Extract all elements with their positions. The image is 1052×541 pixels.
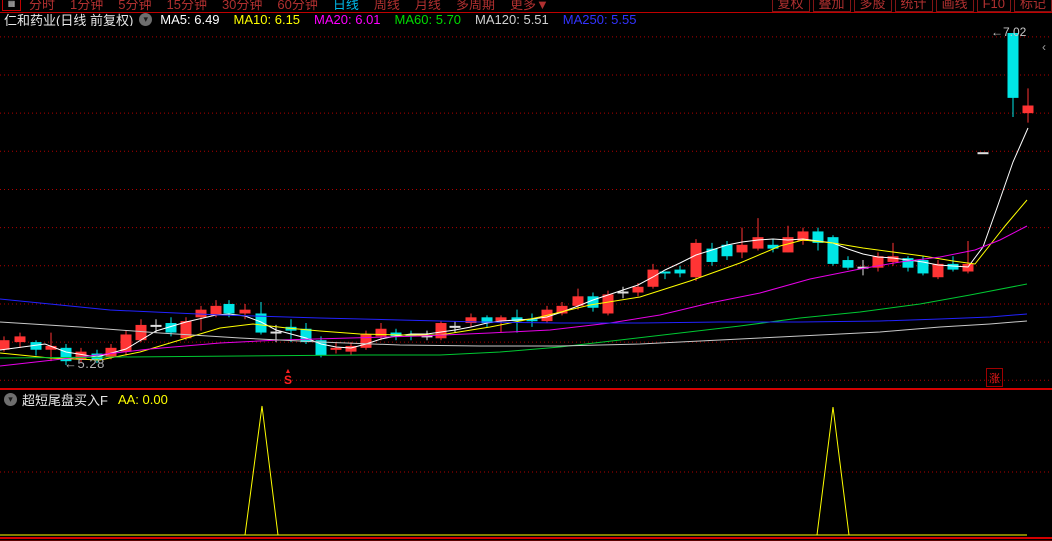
candle-body [932,263,944,278]
bottom-border-line [0,537,1052,539]
indicator-header: ▾ 超短尾盘买入F AA: 0.00 [0,390,1052,408]
tool-button-统计[interactable]: 统计 [894,0,933,12]
tool-button-F10[interactable]: F10 [976,0,1011,12]
tool-button-多股[interactable]: 多股 [853,0,892,12]
indicator-spike [816,406,850,536]
candle-body [1007,33,1019,98]
toolbar-buttons: 复权 叠加 多股 统计 画线 F10 标记 [769,0,1052,12]
candle-body [14,336,26,343]
candle-body [239,309,251,314]
ma-label: MA10: 6.15 [233,12,301,26]
candle-body [962,263,974,272]
candle-body [180,321,192,339]
candle-body [602,294,614,314]
stock-title[interactable]: 仁和药业(日线 前复权) [4,12,133,27]
period-menubar-inner: ▦ 分时 1分钟 5分钟 15分钟 30分钟 60分钟 日线 周线 月线 多周期 更多▼ 复权 叠加多… [0,0,1052,12]
candle-body [330,347,342,350]
candle-body [360,334,372,348]
layout-grid-icon[interactable]: ▦ [2,0,21,11]
ma-label: MA250: 5.55 [562,12,637,26]
sell-signal-marker: ▲ S [280,368,296,387]
ma-line-MA20 [0,225,1028,367]
ma-labels: MA5: 6.49 MA10: 6.15 MA20: 6.01 MA60: 5.70 M… [160,12,650,26]
candle-body [690,242,702,278]
candle-body [1022,105,1034,114]
candle-body [842,260,854,268]
tool-button-标记[interactable]: 标记 [1013,0,1052,12]
collapse-arrow[interactable]: ‹ [1042,41,1046,53]
candle-body [375,328,387,337]
candle-body [706,248,718,262]
candle-body [674,269,686,274]
candle-body [736,244,748,253]
chevron-down-icon[interactable]: ▾ [4,392,17,406]
candle-body [300,328,312,343]
chevron-down-icon[interactable]: ▾ [139,12,153,26]
indicator-spike [244,405,279,536]
ma-label: MA20: 6.01 [314,12,381,26]
sell-marker-letter: S [283,373,292,387]
ma-label: MA5: 6.49 [160,12,220,26]
candle-body [223,303,235,314]
ma-line-MA10 [0,199,1028,361]
candle-body [647,269,659,287]
tool-button-复权[interactable]: 复权 [771,0,810,12]
indicator-name[interactable]: 超短尾盘买入F [22,390,108,409]
candle-body [887,256,899,262]
candle-body [210,305,222,316]
chart-canvas [0,33,1052,536]
candle-body [435,323,447,339]
candle-body [632,286,644,293]
candle-body [0,340,10,350]
ma-label: MA120: 5.51 [475,12,549,26]
candle-body [767,244,779,249]
ma-label: MA60: 5.70 [394,12,462,26]
low-price-label: ←5.28 [64,356,105,371]
tool-button-叠加[interactable]: 叠加 [812,0,851,12]
indicator-value: AA: 0.00 [117,391,168,407]
tool-button-画线[interactable]: 画线 [935,0,974,12]
high-price-label: ←7.02 [991,25,1027,39]
candle-body [752,237,764,249]
zhang-stamp: 涨 [986,368,1003,387]
candle-body [827,237,839,264]
title-bar: 仁和药业(日线 前复权) ▾ MA5: 6.49 MA10: 6.15 MA20: … [0,12,1052,26]
trading-app-window: { "topbar": { "periods": [ {"label":"分时"… [0,0,1052,541]
